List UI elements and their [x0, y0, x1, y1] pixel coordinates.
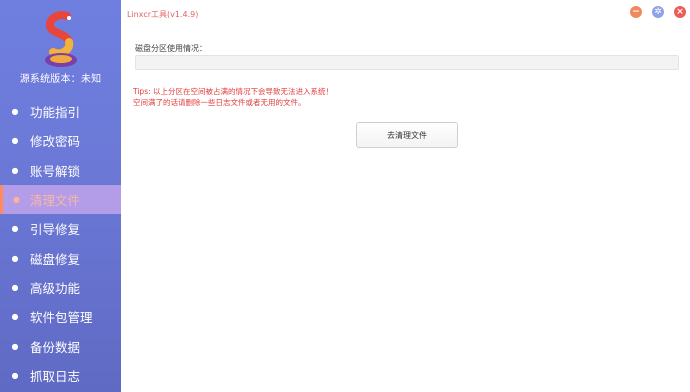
pin-icon: ●	[11, 253, 19, 263]
sidebar-nav: ● 功能指引 ● 修改密码 ● 账号解锁 ● 清理文件 ● 引导修复 ● 磁盘修…	[0, 97, 121, 390]
settings-control[interactable]: ✲	[652, 6, 664, 18]
pin-icon: ●	[11, 224, 19, 234]
window-title: Linxcr工具(v1.4.9)	[127, 10, 199, 19]
pin-icon: ●	[11, 282, 19, 292]
sidebar-item-label: 备份数据	[30, 339, 81, 355]
sidebar-item-change-password[interactable]: ● 修改密码	[0, 126, 121, 155]
snake-logo-icon	[44, 11, 77, 67]
sidebar-item-boot-repair[interactable]: ● 引导修复	[0, 214, 121, 243]
sidebar-item-package-manager[interactable]: ● 软件包管理	[0, 302, 121, 331]
sidebar-item-guide[interactable]: ● 功能指引	[0, 97, 121, 126]
pin-icon: ●	[11, 107, 19, 117]
pin-icon: ●	[11, 312, 19, 322]
sidebar-item-label: 功能指引	[30, 105, 81, 121]
pin-icon: ●	[13, 195, 20, 205]
sidebar-item-label: 清理文件	[30, 193, 81, 209]
sidebar-item-backup[interactable]: ● 备份数据	[0, 331, 121, 360]
pin-icon: ●	[11, 136, 19, 146]
pin-icon: ●	[11, 341, 19, 351]
sidebar-item-label: 磁盘修复	[30, 251, 81, 267]
sidebar-item-disk-repair[interactable]: ● 磁盘修复	[0, 243, 121, 272]
tips-text: Tips: 以上分区在空间被占满的情况下会导致无法进入系统！ 空间满了的话请删除…	[133, 86, 673, 108]
sidebar-item-label: 软件包管理	[30, 310, 93, 326]
pin-icon: ●	[11, 370, 19, 380]
sidebar-item-clean-files[interactable]: ● 清理文件	[0, 184, 121, 215]
system-version-label: 源系统版本：未知	[19, 74, 102, 85]
sidebar-item-advanced[interactable]: ● 高级功能	[0, 273, 121, 302]
sidebar-item-label: 引导修复	[30, 222, 81, 238]
clean-files-button[interactable]: 去清理文件	[356, 122, 458, 148]
tips-line-2: 空间满了的话请删除一些日志文件或者无用的文件。	[133, 98, 306, 107]
main-panel: Linxcr工具(v1.4.9) − ✲ × 磁盘分区使用情况： Tips: 以…	[121, 0, 690, 392]
sidebar: 源系统版本：未知 ● 功能指引 ● 修改密码 ● 账号解锁 ● 清理文件 ● 引…	[0, 0, 121, 392]
sidebar-item-label: 高级功能	[30, 280, 81, 296]
disk-usage-label: 磁盘分区使用情况：	[135, 44, 207, 53]
sidebar-item-collect-logs[interactable]: ● 抓取日志	[0, 361, 121, 390]
minimize-control[interactable]: −	[630, 6, 642, 18]
pin-icon: ●	[11, 165, 19, 175]
sidebar-item-label: 账号解锁	[30, 163, 81, 179]
close-icon[interactable]: ×	[674, 6, 686, 18]
app-logo	[0, 10, 121, 70]
sidebar-item-label: 抓取日志	[30, 368, 81, 384]
app-window: 源系统版本：未知 ● 功能指引 ● 修改密码 ● 账号解锁 ● 清理文件 ● 引…	[0, 0, 690, 392]
disk-usage-bar	[135, 55, 679, 70]
sidebar-item-label: 修改密码	[30, 134, 81, 150]
minimize-icon[interactable]: −	[630, 6, 642, 18]
sidebar-item-unlock-account[interactable]: ● 账号解锁	[0, 156, 121, 185]
settings-icon[interactable]: ✲	[652, 6, 664, 18]
tips-line-1: Tips: 以上分区在空间被占满的情况下会导致无法进入系统！	[133, 87, 334, 96]
close-control[interactable]: ×	[674, 6, 686, 18]
